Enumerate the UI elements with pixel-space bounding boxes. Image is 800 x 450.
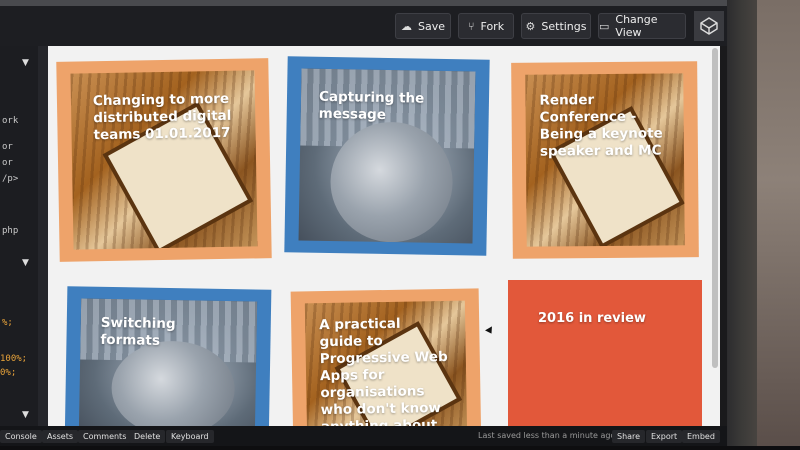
embed-button[interactable]: Embed xyxy=(682,430,720,443)
keyboard-label: Keyboard xyxy=(171,432,209,441)
top-toolbar: ☁ Save ⑂ Fork ⚙ Settings ▭ Change View xyxy=(0,0,727,46)
change-view-label: Change View xyxy=(615,13,658,39)
cat-fur xyxy=(329,120,454,244)
export-label: Export xyxy=(651,432,678,441)
keyboard-button[interactable]: Keyboard xyxy=(166,430,214,443)
collapse-arrow-icon[interactable]: ▼ xyxy=(22,258,29,268)
code-line: or xyxy=(2,158,13,168)
assets-button[interactable]: Assets xyxy=(42,430,79,443)
save-status: Last saved less than a minute ago xyxy=(478,431,616,440)
post-card[interactable]: A practical guide to Progressive Web App… xyxy=(290,288,482,426)
settings-label: Settings xyxy=(541,19,587,33)
monitor-bezel-bottom xyxy=(0,446,800,450)
assets-label: Assets xyxy=(47,432,74,441)
fork-icon: ⑂ xyxy=(467,19,475,33)
delete-button[interactable]: Delete xyxy=(129,430,166,443)
code-editor-panel[interactable]: ▼ ork or or /p> php ▼ %; 100%; 0%; ▼ xyxy=(0,46,48,426)
share-label: Share xyxy=(617,432,641,441)
editor-gutter xyxy=(38,46,48,426)
code-line: or xyxy=(2,142,13,152)
post-card[interactable]: Changing to more distributed digital tea… xyxy=(56,58,272,262)
card-title: Changing to more distributed digital tea… xyxy=(92,90,232,144)
change-view-button[interactable]: ▭ Change View xyxy=(598,13,686,39)
preview-pane: Changing to more distributed digital tea… xyxy=(48,46,720,426)
share-button[interactable]: Share xyxy=(612,430,646,443)
fork-label: Fork xyxy=(480,19,505,33)
preview-scrollbar[interactable] xyxy=(712,48,718,368)
background-wall xyxy=(757,0,800,450)
post-card[interactable]: 2016 in review xyxy=(508,280,702,426)
embed-label: Embed xyxy=(687,432,715,441)
save-button[interactable]: ☁ Save xyxy=(395,13,451,39)
card-title: Switching formats xyxy=(100,314,176,349)
settings-button[interactable]: ⚙ Settings xyxy=(521,13,591,39)
post-card[interactable]: Capturing the message xyxy=(284,56,490,256)
code-line: %; xyxy=(2,318,13,328)
collapse-arrow-icon[interactable]: ▼ xyxy=(22,410,29,420)
code-line: ork xyxy=(2,116,19,126)
code-line: /p> xyxy=(2,174,19,184)
cloud-icon: ☁ xyxy=(400,19,412,33)
comments-label: Comments xyxy=(83,432,127,441)
gear-icon: ⚙ xyxy=(525,19,536,33)
comments-button[interactable]: Comments xyxy=(78,430,132,443)
console-button[interactable]: Console xyxy=(0,430,42,443)
bottom-toolbar: Console Assets Comments Delete Keyboard … xyxy=(0,426,727,446)
post-card[interactable]: Switching formats xyxy=(64,286,272,426)
card-title: 2016 in review xyxy=(538,311,646,326)
export-button[interactable]: Export xyxy=(646,430,683,443)
code-line: 0%; xyxy=(0,368,17,378)
card-title: Capturing the message xyxy=(318,88,425,123)
save-label: Save xyxy=(417,19,445,33)
console-label: Console xyxy=(5,432,37,441)
post-card[interactable]: Render Conference - Being a keynote spea… xyxy=(511,61,699,259)
screen-rim xyxy=(0,0,727,6)
layout-icon: ▭ xyxy=(599,19,610,33)
collapse-arrow-icon[interactable]: ▼ xyxy=(22,58,29,68)
monitor-bezel xyxy=(727,0,800,450)
delete-label: Delete xyxy=(134,432,161,441)
fork-button[interactable]: ⑂ Fork xyxy=(458,13,514,39)
code-line: 100%; xyxy=(0,354,28,364)
card-title: A practical guide to Progressive Web App… xyxy=(319,315,448,426)
codepen-logo-icon[interactable] xyxy=(694,11,724,41)
card-title: Render Conference - Being a keynote spea… xyxy=(539,92,663,160)
code-line: php xyxy=(2,226,19,236)
